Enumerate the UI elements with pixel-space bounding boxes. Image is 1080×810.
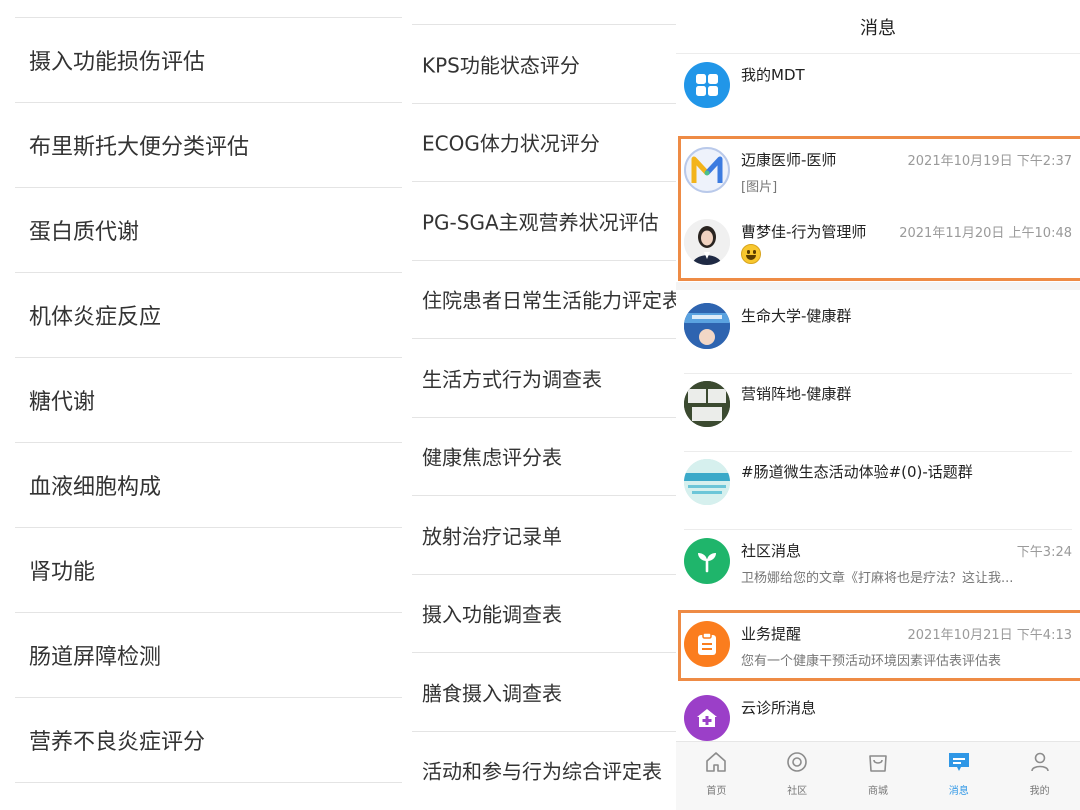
list-item[interactable]: 健康焦虑评分表 <box>412 416 676 496</box>
list-item-label: PG-SGA主观营养状况评估 <box>422 210 659 235</box>
tab-label: 商城 <box>867 786 888 797</box>
message-time: 下午3:24 <box>1016 545 1072 560</box>
list-divider <box>15 782 402 783</box>
list-item-label: 生活方式行为调查表 <box>422 367 602 392</box>
list-item[interactable]: 营养不良炎症评分 <box>15 697 402 782</box>
tab-mall[interactable]: 商城 <box>838 742 919 810</box>
message-name: 社区消息 <box>741 542 802 560</box>
list-item[interactable]: 蛋白质代谢 <box>15 187 402 272</box>
topic-avatar <box>684 459 730 505</box>
list-item[interactable]: 膳食摄入调查表 <box>412 652 676 731</box>
message-item-group[interactable]: 营销阵地-健康群 <box>676 374 1080 452</box>
list-item[interactable]: ECOG体力状况评分 <box>412 102 676 182</box>
list-item-label: 摄入功能调查表 <box>422 602 562 627</box>
user-icon <box>1030 752 1049 772</box>
list-item[interactable]: 糖代谢 <box>15 357 402 442</box>
list-item-label: 肠道屏障检测 <box>29 645 162 670</box>
page-title: 消息 <box>860 18 896 39</box>
list-item-label: 营养不良炎症评分 <box>29 730 206 755</box>
message-name: 营销阵地-健康群 <box>741 385 852 403</box>
list-item[interactable]: 机体炎症反应 <box>15 272 402 357</box>
list-item-label: KPS功能状态评分 <box>422 53 580 78</box>
highlight-box <box>678 610 1080 681</box>
list-item-label: ECOG体力状况评分 <box>422 131 600 156</box>
list-item-label: 健康焦虑评分表 <box>422 445 562 470</box>
list-item[interactable]: 肾功能 <box>15 527 402 612</box>
list-item[interactable]: PG-SGA主观营养状况评估 <box>412 181 676 260</box>
bottom-tab-bar: 首页 社区 商城 消息 我的 <box>676 741 1080 810</box>
list-item-label: 膳食摄入调查表 <box>422 681 562 706</box>
list-item[interactable]: 摄入功能损伤评估 <box>15 17 402 102</box>
community-icon <box>787 752 807 772</box>
messages-screen: 消息 我的MDT 迈康医师-医师 2021年10月19日 下午2:37 [图片] <box>676 0 1080 810</box>
list-item-label: 肾功能 <box>29 560 96 585</box>
highlight-box <box>678 136 1080 281</box>
tab-label: 消息 <box>948 786 969 797</box>
group-avatar <box>684 381 730 427</box>
list-item-label: 机体炎症反应 <box>29 305 162 330</box>
list-item-label: 糖代谢 <box>29 390 96 415</box>
message-item-mdt[interactable]: 我的MDT <box>676 55 1080 133</box>
message-icon <box>948 753 969 771</box>
tab-messages[interactable]: 消息 <box>918 742 999 810</box>
list-item[interactable]: 住院患者日常生活能力评定表 <box>412 259 676 339</box>
grid-icon <box>684 62 730 108</box>
assessment-list-left: 摄入功能损伤评估布里斯托大便分类评估 蛋白质代谢机体炎症反应 糖代谢血液细胞构成 肾功… <box>0 0 404 810</box>
list-item-label: 血液细胞构成 <box>29 475 162 500</box>
message-name: 云诊所消息 <box>741 699 817 717</box>
list-item-label: 布里斯托大便分类评估 <box>29 135 250 160</box>
message-name: 生命大学-健康群 <box>741 307 852 325</box>
list-item-label: 住院患者日常生活能力评定表 <box>422 288 676 313</box>
list-item[interactable]: 肠道屏障检测 <box>15 612 402 697</box>
tab-label: 我的 <box>1029 786 1050 797</box>
message-preview: 卫杨娜给您的文章《打麻将也是疗法？这让我... <box>741 571 1014 586</box>
list-item[interactable]: 摄入功能调查表 <box>412 573 676 653</box>
tab-label: 首页 <box>706 786 727 797</box>
list-item-label: 摄入功能损伤评估 <box>29 50 206 75</box>
home-icon <box>706 752 727 772</box>
message-item-topic[interactable]: #肠道微生态活动体验#(0)-话题群 <box>676 452 1080 530</box>
assessment-list-middle: KPS功能状态评分 ECOG体力状况评分 PG-SGA主观营养状况评估 住院患者日常生… <box>404 0 676 810</box>
tab-community[interactable]: 社区 <box>757 742 838 810</box>
list-item[interactable]: 活动和参与行为综合评定表 <box>412 730 676 810</box>
tab-label: 社区 <box>787 786 808 797</box>
header-divider <box>676 53 1080 54</box>
message-item-group[interactable]: 生命大学-健康群 <box>676 296 1080 374</box>
house-plus-icon <box>684 695 730 741</box>
message-name: 我的MDT <box>741 66 805 84</box>
row-divider <box>684 529 1072 530</box>
tab-profile[interactable]: 我的 <box>999 742 1080 810</box>
list-item[interactable]: KPS功能状态评分 <box>412 24 676 103</box>
tab-home[interactable]: 首页 <box>676 742 757 810</box>
list-item-label: 活动和参与行为综合评定表 <box>422 759 662 784</box>
message-item-community[interactable]: 社区消息 下午3:24 卫杨娜给您的文章《打麻将也是疗法？这让我... <box>676 531 1080 609</box>
shopping-bag-icon <box>869 755 887 772</box>
list-item[interactable]: 布里斯托大便分类评估 <box>15 102 402 187</box>
message-name: #肠道微生态活动体验#(0)-话题群 <box>741 463 973 481</box>
section-gap <box>676 282 1080 290</box>
leaf-icon <box>684 538 730 584</box>
list-item[interactable]: 血液细胞构成 <box>15 442 402 527</box>
list-item[interactable]: 生活方式行为调查表 <box>412 338 676 417</box>
list-item-label: 蛋白质代谢 <box>29 220 140 245</box>
list-item[interactable]: 放射治疗记录单 <box>412 495 676 574</box>
list-item-label: 放射治疗记录单 <box>422 524 562 549</box>
group-avatar <box>684 303 730 349</box>
